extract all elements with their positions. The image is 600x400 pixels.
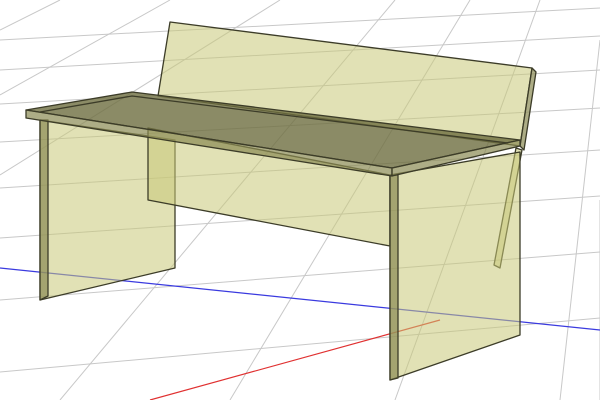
right-leg-panel[interactable] xyxy=(389,151,521,381)
grid-line xyxy=(0,0,171,96)
scene-canvas[interactable] xyxy=(0,0,600,400)
bench-model[interactable] xyxy=(25,21,537,381)
3d-viewport[interactable] xyxy=(0,0,600,400)
grid-line xyxy=(559,39,600,400)
right-leg-edge xyxy=(389,174,399,381)
grid-line xyxy=(0,0,61,31)
left-leg-edge xyxy=(39,119,49,301)
grid-line xyxy=(0,7,600,41)
